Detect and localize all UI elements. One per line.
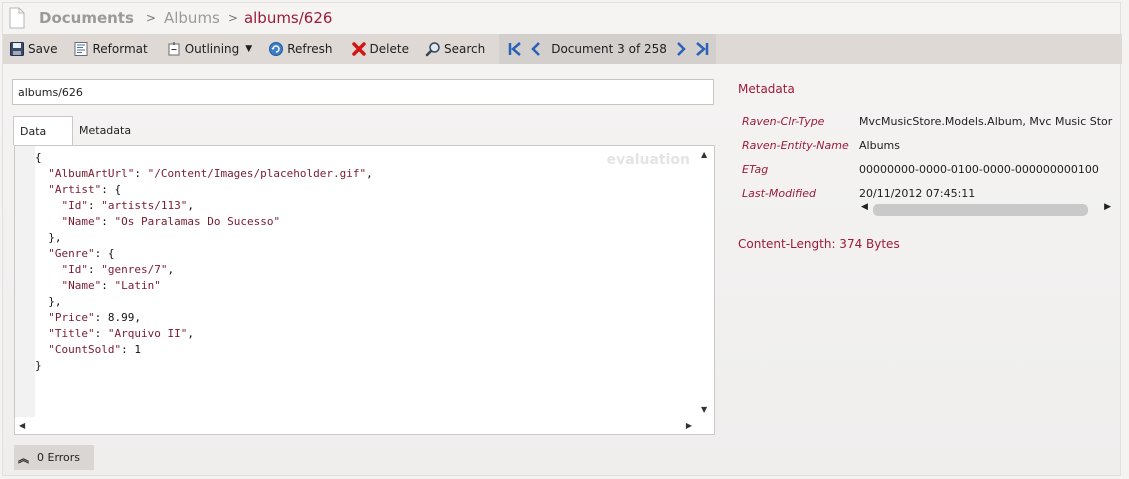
metadata-value: 20/11/2012 07:45:11 bbox=[859, 186, 976, 200]
outlining-icon bbox=[166, 41, 182, 57]
breadcrumb-documents[interactable]: Documents bbox=[39, 9, 134, 27]
breadcrumb-current: albums/626 bbox=[243, 9, 333, 27]
breadcrumb: Documents > Albums > albums/626 bbox=[3, 3, 1122, 33]
horizontal-scrollbar[interactable]: ◀ ▶ bbox=[15, 417, 714, 434]
document-tabs: Data Metadata bbox=[13, 116, 137, 145]
json-editor[interactable]: { "AlbumArtUrl": "/Content/Images/placeh… bbox=[14, 145, 715, 435]
errors-toggle[interactable]: ︽ 0 Errors bbox=[14, 445, 94, 470]
metadata-row: ETag 00000000-0000-0100-0000-00000000010… bbox=[742, 157, 1116, 181]
save-label: Save bbox=[28, 42, 58, 56]
document-icon bbox=[9, 7, 25, 29]
outlining-dropdown[interactable]: Outlining ▼ bbox=[160, 34, 259, 64]
app-frame: Documents > Albums > albums/626 Save Ref… bbox=[2, 2, 1122, 476]
metadata-value: 00000000-0000-0100-0000-000000000100 bbox=[859, 162, 1099, 176]
reformat-icon bbox=[73, 41, 89, 57]
search-icon bbox=[425, 41, 441, 57]
code-line: "AlbumArtUrl": "/Content/Images/placehol… bbox=[48, 167, 373, 180]
metadata-row: Raven-Clr-Type MvcMusicStore.Models.Albu… bbox=[742, 109, 1116, 133]
toolbar: Save Reformat Outlining ▼ Refresh Delete… bbox=[3, 34, 1122, 64]
metadata-key: Last-Modified bbox=[742, 186, 816, 200]
code-line: } bbox=[35, 359, 42, 372]
code-line: "Title": "Arquivo II", bbox=[48, 327, 194, 340]
breadcrumb-separator: > bbox=[145, 11, 156, 25]
next-document-icon[interactable] bbox=[673, 41, 689, 57]
code-line: "Genre": { bbox=[48, 247, 115, 260]
json-code[interactable]: { "AlbumArtUrl": "/Content/Images/placeh… bbox=[35, 150, 696, 374]
document-navigator: Document 3 of 258 bbox=[499, 34, 716, 64]
search-button[interactable]: Search bbox=[419, 34, 491, 64]
evaluation-watermark: evaluation bbox=[606, 152, 690, 168]
code-line: { bbox=[35, 151, 42, 164]
tab-data[interactable]: Data bbox=[13, 116, 73, 145]
first-document-icon[interactable] bbox=[507, 41, 523, 57]
code-line: }, bbox=[35, 231, 62, 244]
errors-label: 0 Errors bbox=[37, 451, 81, 464]
metadata-value: Albums bbox=[859, 138, 900, 152]
floppy-disk-icon bbox=[9, 41, 25, 57]
delete-x-icon bbox=[351, 41, 367, 57]
editor-gutter bbox=[15, 146, 35, 418]
content-length: Content-Length: 374 Bytes bbox=[738, 237, 900, 251]
refresh-button[interactable]: Refresh bbox=[262, 34, 338, 64]
save-button[interactable]: Save bbox=[3, 34, 63, 64]
chevron-down-icon: ▼ bbox=[245, 44, 253, 54]
double-chevron-up-icon: ︽ bbox=[18, 451, 29, 465]
scrollbar-thumb[interactable] bbox=[873, 204, 1088, 216]
code-line: "Price": 8.99, bbox=[48, 311, 141, 324]
code-line: "Name": "Latin" bbox=[61, 279, 161, 292]
document-position: Document 3 of 258 bbox=[551, 42, 667, 56]
document-id-input[interactable] bbox=[12, 79, 714, 105]
outlining-label: Outlining bbox=[184, 42, 240, 56]
last-document-icon[interactable] bbox=[694, 41, 710, 57]
code-line: "Id": "artists/113", bbox=[61, 199, 194, 212]
tab-metadata[interactable]: Metadata bbox=[73, 116, 137, 145]
scroll-down-icon[interactable]: ▼ bbox=[701, 405, 707, 414]
metadata-title: Metadata bbox=[738, 82, 795, 96]
metadata-key: Raven-Entity-Name bbox=[742, 138, 849, 152]
metadata-value: MvcMusicStore.Models.Album, Mvc Music St… bbox=[859, 114, 1113, 128]
breadcrumb-albums[interactable]: Albums bbox=[164, 9, 220, 27]
code-line: "Artist": { bbox=[48, 183, 122, 196]
code-line: "Name": "Os Paralamas Do Sucesso" bbox=[61, 215, 281, 228]
scroll-left-icon[interactable]: ◀ bbox=[861, 202, 868, 212]
delete-label: Delete bbox=[369, 42, 409, 56]
search-label: Search bbox=[443, 42, 486, 56]
metadata-horizontal-scrollbar[interactable]: ◀ ▶ bbox=[859, 202, 1115, 218]
code-line: "Id": "genres/7", bbox=[61, 263, 175, 276]
scroll-up-icon[interactable]: ▲ bbox=[701, 150, 707, 159]
metadata-key: Raven-Clr-Type bbox=[742, 114, 825, 128]
code-line: }, bbox=[35, 295, 62, 308]
code-line: "CountSold": 1 bbox=[48, 343, 141, 356]
breadcrumb-separator: > bbox=[227, 11, 238, 25]
metadata-table: Raven-Clr-Type MvcMusicStore.Models.Albu… bbox=[742, 109, 1116, 205]
metadata-row: Raven-Entity-Name Albums bbox=[742, 133, 1116, 157]
refresh-label: Refresh bbox=[287, 42, 333, 56]
vertical-scrollbar[interactable]: ▲ ▼ bbox=[697, 146, 714, 418]
reformat-label: Reformat bbox=[92, 42, 148, 56]
scroll-left-icon[interactable]: ◀ bbox=[19, 421, 25, 430]
previous-document-icon[interactable] bbox=[528, 41, 544, 57]
metadata-key: ETag bbox=[742, 162, 769, 176]
reformat-button[interactable]: Reformat bbox=[67, 34, 153, 64]
scroll-right-icon[interactable]: ▶ bbox=[1104, 202, 1111, 212]
scroll-right-icon[interactable]: ▶ bbox=[686, 421, 692, 430]
delete-button[interactable]: Delete bbox=[345, 34, 415, 64]
refresh-icon bbox=[268, 41, 284, 57]
